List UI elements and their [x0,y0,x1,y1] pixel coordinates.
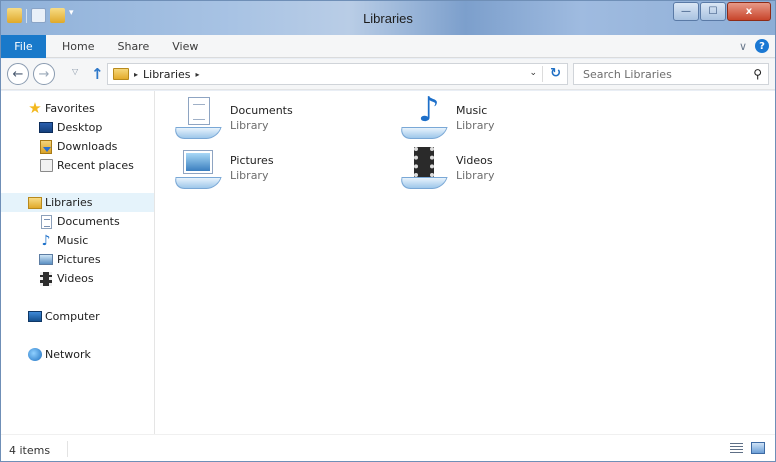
maximize-button[interactable]: ☐ [700,2,726,21]
ribbon-right: ∨ ? [739,39,769,53]
library-type: Library [230,169,269,182]
network-icon [28,348,42,362]
sidebar-item-favorites[interactable]: ★ Favorites [1,99,154,118]
library-item-documents[interactable]: Documents Library [166,95,366,143]
sidebar-item-downloads[interactable]: Downloads [1,137,154,156]
desktop-icon [39,121,53,135]
sidebar-item-label: Favorites [45,102,95,115]
title-bar[interactable]: ▾ Libraries — ☐ x [1,1,775,35]
sidebar-item-label: Recent places [57,159,134,172]
navigation-bar: ← → ▽ ↑ ▸ Libraries ▸ ⌄ ↻ Search Librari… [1,59,775,90]
star-icon: ★ [28,99,42,117]
music-icon: ♪ [41,232,51,249]
search-input[interactable]: Search Libraries ⚲ [573,63,769,85]
search-placeholder: Search Libraries [583,68,672,81]
library-name: Pictures [230,154,274,167]
computer-icon [28,310,42,324]
explorer-window: ▾ Libraries — ☐ x File Home Share View ∨… [0,0,776,462]
documents-icon [39,214,53,229]
sidebar-item-label: Videos [57,272,94,285]
sidebar-item-desktop[interactable]: Desktop [1,118,154,137]
music-library-icon: ♪ [398,93,448,141]
sidebar-item-pictures[interactable]: Pictures [1,250,154,269]
library-type: Library [456,119,495,132]
libraries-icon [28,196,42,210]
library-item-pictures[interactable]: Pictures Library [166,145,366,193]
library-name: Documents [230,104,293,117]
window-title: Libraries [363,11,413,26]
breadcrumb-libraries[interactable]: Libraries [143,68,191,81]
tab-view[interactable]: View [172,40,198,53]
pictures-icon [39,253,53,267]
sidebar-item-label: Pictures [57,253,101,266]
breadcrumb-arrow-icon[interactable]: ▸ [134,70,138,79]
help-icon[interactable]: ? [755,39,769,53]
content-area: ★ Favorites Desktop Downloads Recent pla… [1,91,775,434]
library-item-videos[interactable]: Videos Library [392,145,592,193]
sidebar-item-label: Desktop [57,121,103,134]
chevron-down-icon[interactable]: ∨ [739,40,747,53]
address-bar[interactable]: ▸ Libraries ▸ ⌄ ↻ [107,63,568,85]
sidebar-item-network[interactable]: Network [1,345,154,364]
library-view: Documents Library ♪ Music Library Pictur… [156,91,775,434]
breadcrumb-arrow-icon[interactable]: ▸ [196,70,200,79]
sidebar-item-recent-places[interactable]: Recent places [1,156,154,175]
videos-library-icon [398,147,448,191]
forward-button[interactable]: → [33,63,55,85]
refresh-icon[interactable]: ↻ [550,66,561,81]
sidebar-item-computer[interactable]: Computer [1,307,154,326]
up-button[interactable]: ↑ [91,65,104,83]
libraries-icon [113,68,129,80]
window-controls: — ☐ x [673,2,771,21]
divider [67,441,68,457]
sidebar-item-label: Documents [57,215,120,228]
item-count: 4 items [9,444,51,457]
sidebar-item-videos[interactable]: Videos [1,269,154,288]
recent-locations-icon[interactable]: ▽ [72,67,78,76]
status-bar: 4 items [1,434,775,461]
sidebar-item-label: Computer [45,310,100,323]
videos-icon [39,271,53,286]
downloads-icon [39,139,53,154]
sidebar-item-label: Network [45,348,91,361]
ribbon: File Home Share View ∨ ? [1,35,775,58]
large-icons-view-icon[interactable] [751,442,765,454]
library-name: Videos [456,154,493,167]
library-type: Library [230,119,269,132]
tab-share[interactable]: Share [117,40,149,53]
library-name: Music [456,104,488,117]
library-item-music[interactable]: ♪ Music Library [392,93,592,143]
tab-file[interactable]: File [1,35,46,58]
sidebar-item-libraries[interactable]: Libraries [1,193,154,212]
sidebar-item-documents[interactable]: Documents [1,212,154,231]
sidebar-item-label: Music [57,234,89,247]
tab-home[interactable]: Home [62,40,94,53]
minimize-button[interactable]: — [673,2,699,21]
library-type: Library [456,169,495,182]
recent-places-icon [39,159,53,173]
search-icon[interactable]: ⚲ [753,67,762,81]
documents-library-icon [172,97,222,141]
pictures-library-icon [172,147,222,191]
details-view-icon[interactable] [730,443,743,454]
sidebar-item-label: Libraries [45,196,93,209]
divider [542,66,543,82]
close-button[interactable]: x [727,2,771,21]
back-button[interactable]: ← [7,63,29,85]
address-dropdown-icon[interactable]: ⌄ [529,68,537,78]
sidebar-item-label: Downloads [57,140,118,153]
sidebar-item-music[interactable]: ♪ Music [1,231,154,250]
navigation-pane: ★ Favorites Desktop Downloads Recent pla… [1,91,155,434]
ribbon-tabs: Home Share View [62,40,198,53]
